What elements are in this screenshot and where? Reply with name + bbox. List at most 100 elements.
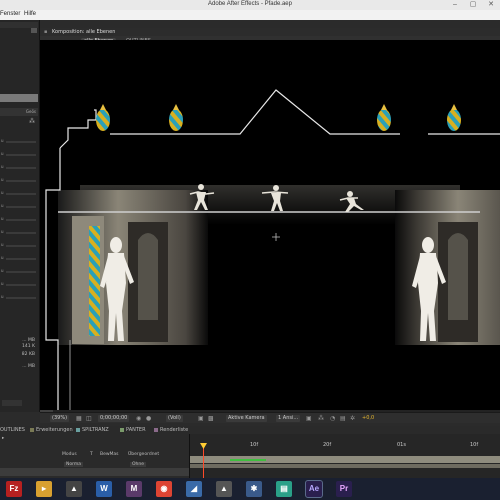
item-type-icon: u: [1, 138, 4, 143]
mask-icon[interactable]: ◫: [86, 415, 92, 422]
project-item[interactable]: [6, 258, 36, 260]
item-type-icon: u: [1, 190, 4, 195]
resolution-dropdown[interactable]: (Voll): [166, 415, 183, 422]
grid-icon[interactable]: ▦: [76, 415, 82, 422]
photo-app-icon[interactable]: ▲: [66, 481, 82, 497]
zoom-dropdown[interactable]: (39%): [50, 415, 70, 422]
channel-icon[interactable]: ●: [146, 415, 151, 422]
item-type-icon: u: [1, 255, 4, 260]
project-item[interactable]: [6, 245, 36, 247]
close-icon[interactable]: ✕: [484, 0, 498, 10]
region-icon[interactable]: ▣: [198, 415, 204, 422]
layer-duration-bar[interactable]: [190, 464, 500, 468]
project-item[interactable]: [6, 219, 36, 221]
minimize-icon[interactable]: –: [448, 0, 462, 10]
file-size: ... MB: [22, 364, 35, 369]
tab-color-swatch: [154, 428, 158, 432]
timeline-timecode[interactable]: ▸: [2, 436, 4, 441]
window-title: Adobe After Effects - Pfade.aep: [208, 1, 292, 7]
project-item[interactable]: [6, 193, 36, 195]
tab-spiltranz[interactable]: SPILTRANZ: [82, 427, 109, 433]
tab-color-swatch: [120, 428, 124, 432]
mode-dropdown[interactable]: Norma: [64, 462, 84, 467]
column-mode-header[interactable]: Modus: [62, 452, 77, 457]
item-type-icon: u: [1, 242, 4, 247]
layer-row[interactable]: [0, 468, 189, 476]
chrome-icon[interactable]: ◉: [156, 481, 172, 497]
lock-icon[interactable]: ▪: [44, 29, 47, 35]
flowchart-icon[interactable]: ⁂: [29, 118, 35, 125]
screen-app-icon[interactable]: ▤: [276, 481, 292, 497]
timecode-display[interactable]: 0;00;00;00: [98, 415, 130, 422]
filezilla-icon[interactable]: Fz: [6, 481, 22, 497]
photo-app-icon-2[interactable]: ▲: [216, 481, 232, 497]
column-trkmat-header[interactable]: BewMas: [100, 452, 119, 457]
menu-fenster[interactable]: Fenster: [0, 11, 20, 17]
after-effects-window: Adobe After Effects - Pfade.aep – ▢ ✕ Fe…: [0, 0, 500, 500]
time-label: 20f: [323, 442, 332, 448]
tab-color-swatch: [30, 428, 34, 432]
project-item[interactable]: [6, 154, 36, 156]
work-area-marker: [230, 459, 266, 461]
word-icon[interactable]: W: [96, 481, 112, 497]
toggle-icon[interactable]: ▣: [306, 415, 312, 422]
column-parent-header[interactable]: Übergeordnet: [128, 452, 159, 457]
time-graph[interactable]: 10f 20f 01s 10f: [190, 434, 500, 478]
playhead-line[interactable]: [203, 444, 204, 480]
folder-icon[interactable]: ▸: [36, 481, 52, 497]
project-column-header[interactable]: Geös: [0, 108, 38, 116]
timeline-icon[interactable]: ▤: [340, 415, 346, 422]
snapshot-icon[interactable]: ◉: [136, 415, 141, 422]
layer-columns: ▸ Modus T BewMas Übergeordnet Norma Ohne: [0, 434, 190, 478]
project-footer: [2, 400, 22, 406]
flowchart-icon[interactable]: ⁂: [318, 415, 324, 422]
file-size: 82 KB: [21, 352, 35, 357]
project-item[interactable]: [6, 271, 36, 273]
panel-menu-icon[interactable]: [31, 28, 37, 33]
exposure-value[interactable]: +0,0: [360, 415, 376, 422]
project-search-input[interactable]: [0, 94, 38, 102]
left-statue: [138, 233, 158, 320]
views-dropdown[interactable]: 1 Ansi...: [276, 415, 301, 422]
menu-hilfe[interactable]: Hilfe: [24, 11, 36, 17]
item-type-icon: u: [1, 294, 4, 299]
item-type-icon: u: [1, 177, 4, 182]
tab-renderliste[interactable]: Renderliste: [160, 427, 188, 433]
item-type-icon: u: [1, 164, 4, 169]
transparency-icon[interactable]: ▩: [208, 415, 214, 422]
exposure-icon[interactable]: ✲: [350, 415, 355, 422]
taskbar: Fz ▸ ▲ W M ◉ ◢ ▲ ✱ ▤ Ae Pr: [0, 478, 500, 500]
project-item[interactable]: [6, 297, 36, 299]
column-t-header[interactable]: T: [90, 452, 93, 457]
item-type-icon: u: [1, 203, 4, 208]
project-item[interactable]: [6, 141, 36, 143]
camera-dropdown[interactable]: Aktive Kamera: [226, 415, 267, 422]
tab-composition[interactable]: Komposition: alle Ebenen: [52, 29, 115, 35]
parent-dropdown[interactable]: Ohne: [130, 462, 147, 467]
tab-panter[interactable]: PANTER: [126, 427, 146, 433]
maximize-icon[interactable]: ▢: [466, 0, 480, 10]
composition-viewer[interactable]: [40, 40, 500, 410]
viewer-toolbar: (39%) ▦ ◫ 0;00;00;00 ◉ ● (Voll) ▣ ▩ Akti…: [40, 412, 500, 423]
project-panel: Geös ⁂ uuuuuuuuuuuuu ... MB 141 K 82 KB …: [0, 20, 40, 412]
time-label: 10f: [250, 442, 259, 448]
item-type-icon: u: [1, 229, 4, 234]
time-label: 01s: [397, 442, 406, 448]
project-item[interactable]: [6, 284, 36, 286]
project-item[interactable]: [6, 180, 36, 182]
after-effects-icon[interactable]: Ae: [305, 480, 323, 498]
app-icon[interactable]: ✱: [246, 481, 262, 497]
composition-tab-bar: ▪ Komposition: alle Ebenen: [40, 28, 500, 36]
title-bar: Adobe After Effects - Pfade.aep – ▢ ✕: [0, 0, 500, 10]
right-statue: [448, 233, 468, 320]
premiere-icon[interactable]: Pr: [336, 481, 352, 497]
network-icon[interactable]: ◢: [186, 481, 202, 497]
project-item[interactable]: [6, 206, 36, 208]
tab-outlines[interactable]: OUTLINES: [0, 427, 25, 433]
project-item[interactable]: [6, 232, 36, 234]
tab-erweiterungen[interactable]: Erweiterungen: [36, 427, 73, 433]
project-item[interactable]: [6, 167, 36, 169]
media-encoder-icon[interactable]: M: [126, 481, 142, 497]
striped-column-left: [89, 226, 100, 336]
fast-preview-icon[interactable]: ◔: [330, 415, 335, 422]
